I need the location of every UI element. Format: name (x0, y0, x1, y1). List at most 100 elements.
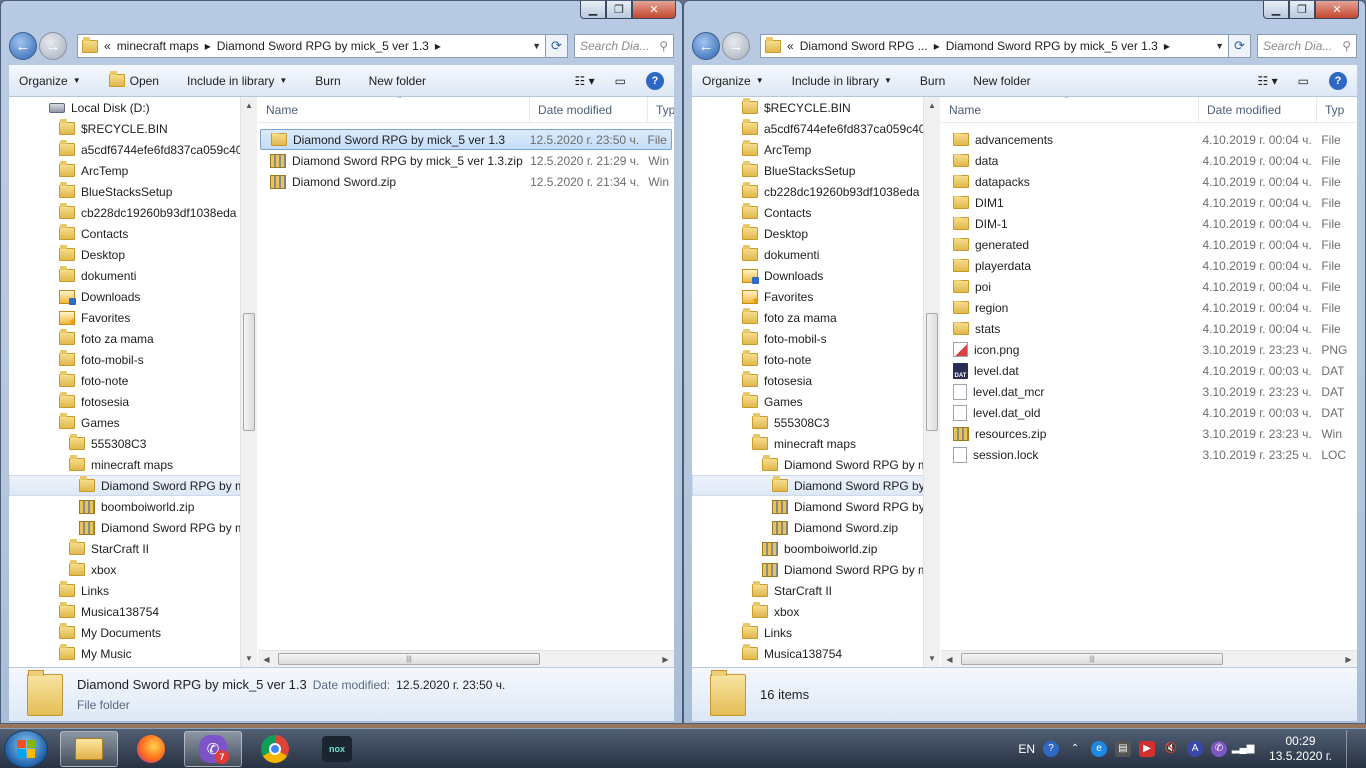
tree-item[interactable]: dokumenti (9, 265, 256, 286)
tree-item[interactable]: Contacts (692, 202, 939, 223)
column-date[interactable]: Date modified (1199, 97, 1317, 122)
tree-item[interactable]: My Music (9, 643, 256, 664)
scroll-thumb[interactable] (243, 313, 255, 431)
tree-item[interactable]: My Documents (9, 622, 256, 643)
tree-item[interactable]: Links (9, 580, 256, 601)
clipboard-tray-icon[interactable]: ▤ (1115, 740, 1132, 757)
breadcrumb-separator-icon[interactable]: ▸ (934, 39, 940, 53)
tree-item[interactable]: BlueStacksSetup (9, 181, 256, 202)
tree-item[interactable]: foto za mama (9, 328, 256, 349)
organize-button[interactable]: Organize ▼ (19, 74, 81, 88)
breadcrumb-item[interactable]: Diamond Sword RPG ... (800, 39, 928, 53)
tree-item[interactable]: Diamond Sword RPG by (692, 475, 939, 496)
viber-tray-icon[interactable]: ✆ (1211, 740, 1228, 757)
scroll-left-icon[interactable]: ◀ (258, 655, 275, 664)
help-icon[interactable]: ? (646, 71, 664, 90)
clock[interactable]: 00:29 13.5.2020 г. (1269, 734, 1332, 764)
file-row[interactable]: DIM1 4.10.2019 г. 00:04 ч. File (943, 192, 1355, 213)
tree-item[interactable]: cb228dc19260b93df1038eda (9, 202, 256, 223)
tree-item[interactable]: boomboiworld.zip (9, 496, 256, 517)
start-button[interactable] (4, 729, 48, 768)
column-name[interactable]: Name (941, 97, 1199, 122)
navigation-scrollbar[interactable]: ▲ ▼ (240, 97, 257, 667)
scroll-up-icon[interactable]: ▲ (924, 97, 940, 114)
tree-item[interactable]: $RECYCLE.BIN (9, 118, 256, 139)
preview-pane-icon[interactable]: ▭ (1298, 74, 1309, 88)
tree-item[interactable]: Musica138754 (692, 643, 939, 664)
navigation-pane[interactable]: $RECYCLE.BIN a5cdf6744efe6fd837ca059c4079… (692, 97, 940, 667)
close-button[interactable]: ✕ (1315, 1, 1359, 19)
maximize-button[interactable]: ❐ (606, 1, 632, 19)
show-hidden-icons-icon[interactable]: ⌃ (1067, 741, 1083, 757)
file-list[interactable]: Name ⌃ Date modified Typ Diamond Sword R… (258, 97, 674, 667)
tree-item[interactable]: Downloads (9, 286, 256, 307)
back-button[interactable]: ← (692, 32, 720, 60)
column-type[interactable]: Typ (1317, 97, 1357, 122)
new-folder-button[interactable]: New folder (973, 74, 1030, 88)
help-icon[interactable]: ? (1329, 71, 1347, 90)
tree-item[interactable]: Diamond Sword RPG by m (692, 559, 939, 580)
tree-item[interactable]: Diamond Sword RPG by m (9, 475, 256, 496)
burn-button[interactable]: Burn (920, 74, 945, 88)
search-input[interactable]: Search Dia... ⚲ (574, 34, 674, 58)
scroll-down-icon[interactable]: ▼ (241, 650, 257, 667)
address-dropdown-icon[interactable]: ▼ (532, 41, 541, 51)
tree-item[interactable]: a5cdf6744efe6fd837ca059c4079 (692, 118, 939, 139)
tree-item[interactable]: ArcTemp (692, 139, 939, 160)
tree-item[interactable]: foto-mobil-s (9, 349, 256, 370)
tree-item[interactable]: StarCraft II (692, 580, 939, 601)
file-row[interactable]: level.dat_mcr 3.10.2019 г. 23:23 ч. DAT (943, 381, 1355, 402)
language-indicator[interactable]: EN (1018, 742, 1035, 756)
file-row[interactable]: DAT level.dat 4.10.2019 г. 00:03 ч. DAT (943, 360, 1355, 381)
taskbar-viber-button[interactable]: ✆ 7 (184, 730, 242, 767)
column-name[interactable]: Name (258, 97, 530, 122)
search-input[interactable]: Search Dia... ⚲ (1257, 34, 1357, 58)
file-row[interactable]: generated 4.10.2019 г. 00:04 ч. File (943, 234, 1355, 255)
tree-item[interactable]: boomboiworld.zip (692, 538, 939, 559)
breadcrumb-overflow[interactable]: « (787, 39, 794, 53)
file-row[interactable]: playerdata 4.10.2019 г. 00:04 ч. File (943, 255, 1355, 276)
maximize-button[interactable]: ❐ (1289, 1, 1315, 19)
file-row[interactable]: session.lock 3.10.2019 г. 23:25 ч. LOC (943, 444, 1355, 465)
navigation-scrollbar[interactable]: ▲ ▼ (923, 97, 940, 667)
scroll-thumb[interactable]: ||| (278, 653, 540, 665)
tree-item[interactable]: foto-mobil-s (692, 328, 939, 349)
open-button[interactable]: Open (108, 71, 159, 88)
view-options-icon[interactable]: ☷ ▾ (575, 74, 595, 88)
taskbar-explorer-button[interactable] (60, 730, 118, 767)
forward-button[interactable]: → (39, 32, 67, 60)
column-date[interactable]: Date modified (530, 97, 648, 122)
tree-item[interactable]: StarCraft II (9, 538, 256, 559)
file-row[interactable]: stats 4.10.2019 г. 00:04 ч. File (943, 318, 1355, 339)
tree-item[interactable]: 555308C3 (692, 412, 939, 433)
tree-item[interactable]: minecraft maps (692, 433, 939, 454)
file-row[interactable]: poi 4.10.2019 г. 00:04 ч. File (943, 276, 1355, 297)
tree-item[interactable]: Local Disk (D:) (9, 97, 256, 118)
file-row[interactable]: region 4.10.2019 г. 00:04 ч. File (943, 297, 1355, 318)
file-row[interactable]: data 4.10.2019 г. 00:04 ч. File (943, 150, 1355, 171)
tree-item[interactable]: Diamond Sword RPG by m (692, 454, 939, 475)
tree-item[interactable]: foto-note (9, 370, 256, 391)
scroll-thumb[interactable] (926, 313, 938, 431)
breadcrumb-separator-icon[interactable]: ▸ (435, 39, 441, 53)
file-row[interactable]: advancements 4.10.2019 г. 00:04 ч. File (943, 129, 1355, 150)
refresh-button[interactable]: ⟳ (546, 34, 568, 58)
forward-button[interactable]: → (722, 32, 750, 60)
tree-item[interactable]: fotosesia (9, 391, 256, 412)
video-tray-icon[interactable]: ▶ (1139, 740, 1156, 757)
tree-item[interactable]: Favorites (692, 286, 939, 307)
tree-item[interactable]: cb228dc19260b93df1038eda (692, 181, 939, 202)
ie-tray-icon[interactable]: e (1091, 740, 1108, 757)
breadcrumb-item[interactable]: Diamond Sword RPG by mick_5 ver 1.3 (217, 39, 429, 53)
address-bar[interactable]: « Diamond Sword RPG ... ▸ Diamond Sword … (760, 34, 1229, 58)
breadcrumb-separator-icon[interactable]: ▸ (1164, 39, 1170, 53)
minimize-button[interactable]: ▁ (580, 1, 606, 19)
tree-item[interactable]: Desktop (9, 244, 256, 265)
file-row[interactable]: resources.zip 3.10.2019 г. 23:23 ч. Win (943, 423, 1355, 444)
tree-item[interactable]: a5cdf6744efe6fd837ca059c4079 (9, 139, 256, 160)
view-options-icon[interactable]: ☷ ▾ (1258, 74, 1278, 88)
tree-item[interactable]: fotosesia (692, 370, 939, 391)
include-in-library-button[interactable]: Include in library ▼ (187, 74, 287, 88)
tree-item[interactable]: Diamond Sword RPG by m (9, 517, 256, 538)
tree-item[interactable]: Games (692, 391, 939, 412)
